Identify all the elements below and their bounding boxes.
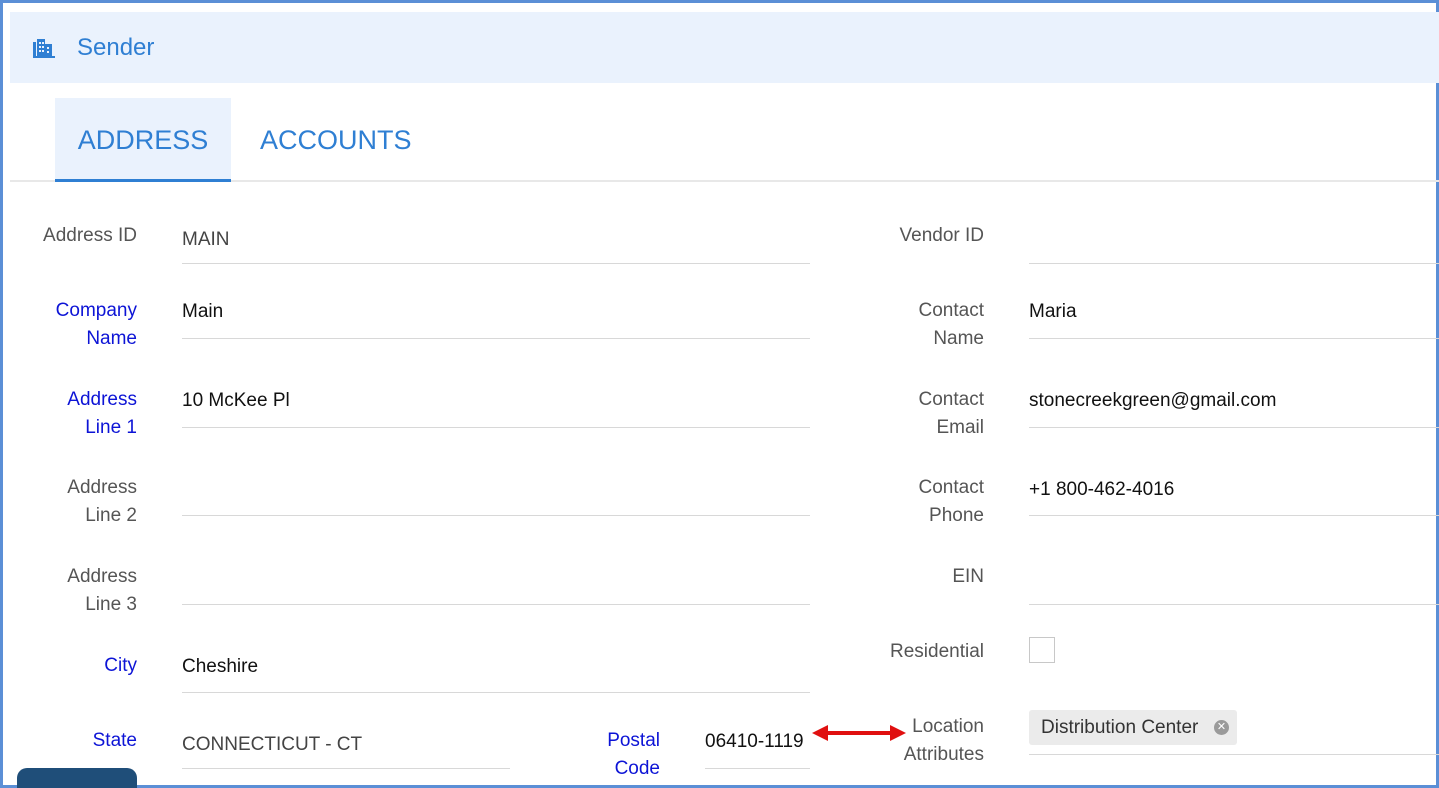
tab-accounts[interactable]: ACCOUNTS <box>260 98 412 182</box>
remove-chip-icon[interactable]: ✕ <box>1214 720 1229 735</box>
state-select[interactable]: CONNECTICUT - CT <box>182 731 510 763</box>
annotation-double-arrow-icon <box>812 725 906 741</box>
tab-bar: ADDRESS ACCOUNTS <box>10 98 1439 182</box>
address-line1-input[interactable]: 10 McKee Pl <box>182 387 810 419</box>
address-line3-input[interactable] <box>182 565 810 597</box>
address-line1-label-line1: Address <box>67 389 137 410</box>
address-line2-label-line2: Line 2 <box>85 505 137 526</box>
contact-email-underline <box>1029 427 1439 428</box>
address-line3-label-line2: Line 3 <box>85 594 137 615</box>
city-underline <box>182 692 810 693</box>
contact-name-label: Contact Name <box>850 297 984 353</box>
address-id-label: Address ID <box>43 225 137 246</box>
state-label: State <box>92 730 137 751</box>
address-line3-underline <box>182 604 810 605</box>
residential-label: Residential <box>890 641 984 662</box>
address-line1-underline <box>182 427 810 428</box>
contact-phone-underline <box>1029 515 1439 516</box>
address-id-underline <box>182 263 810 264</box>
address-line1-label: Address Line 1 <box>20 386 137 442</box>
tab-address[interactable]: ADDRESS <box>55 98 231 182</box>
city-label: City <box>104 655 137 676</box>
postal-code-underline <box>705 768 810 769</box>
company-name-underline <box>182 338 810 339</box>
section-header: Sender <box>10 12 1439 83</box>
address-line2-underline <box>182 515 810 516</box>
residential-checkbox[interactable] <box>1029 637 1055 663</box>
address-line3-label-line1: Address <box>67 566 137 587</box>
contact-email-label-line2: Email <box>936 417 984 438</box>
contact-phone-label-line2: Phone <box>929 505 984 526</box>
company-name-label-line2: Name <box>86 328 137 349</box>
postal-code-label: Postal Code <box>560 727 660 783</box>
vendor-id-underline <box>1029 263 1439 264</box>
company-name-label-line1: Company <box>55 300 137 321</box>
postal-code-input[interactable]: 06410-1119 <box>705 728 810 760</box>
contact-email-label: Contact Email <box>850 386 984 442</box>
contact-name-input[interactable]: Maria <box>1029 298 1439 330</box>
postal-code-label-line1: Postal <box>607 730 660 751</box>
contact-email-label-line1: Contact <box>918 389 984 410</box>
address-line1-label-line2: Line 1 <box>85 417 137 438</box>
vendor-id-label: Vendor ID <box>899 225 985 246</box>
postal-code-label-line2: Code <box>614 758 660 779</box>
vendor-id-input[interactable] <box>1029 226 1439 258</box>
bottom-action-button[interactable] <box>17 768 137 788</box>
location-attribute-chip: Distribution Center ✕ <box>1029 710 1237 745</box>
contact-phone-input[interactable]: +1 800-462-4016 <box>1029 476 1439 508</box>
state-underline <box>182 768 510 769</box>
company-name-input[interactable]: Main <box>182 298 810 330</box>
ein-label: EIN <box>952 566 984 587</box>
contact-name-label-line1: Contact <box>918 300 984 321</box>
location-attribute-chip-label: Distribution Center <box>1041 717 1199 738</box>
address-id-value: MAIN <box>182 229 230 250</box>
location-attributes-underline <box>1029 754 1439 755</box>
contact-phone-label: Contact Phone <box>850 474 984 530</box>
contact-name-label-line2: Name <box>933 328 984 349</box>
location-attributes-label-line2: Attributes <box>903 744 984 765</box>
ein-input[interactable] <box>1029 565 1439 597</box>
city-input[interactable]: Cheshire <box>182 653 810 685</box>
contact-name-underline <box>1029 338 1439 339</box>
address-line3-label: Address Line 3 <box>20 563 137 619</box>
section-title: Sender <box>77 34 155 61</box>
address-line2-label: Address Line 2 <box>20 474 137 530</box>
contact-email-input[interactable]: stonecreekgreen@gmail.com <box>1029 387 1439 419</box>
building-icon <box>33 39 55 58</box>
ein-underline <box>1029 604 1439 605</box>
contact-phone-label-line1: Contact <box>918 477 984 498</box>
address-line2-label-line1: Address <box>67 477 137 498</box>
address-line2-input[interactable] <box>182 476 810 508</box>
company-name-label: Company Name <box>20 297 137 353</box>
